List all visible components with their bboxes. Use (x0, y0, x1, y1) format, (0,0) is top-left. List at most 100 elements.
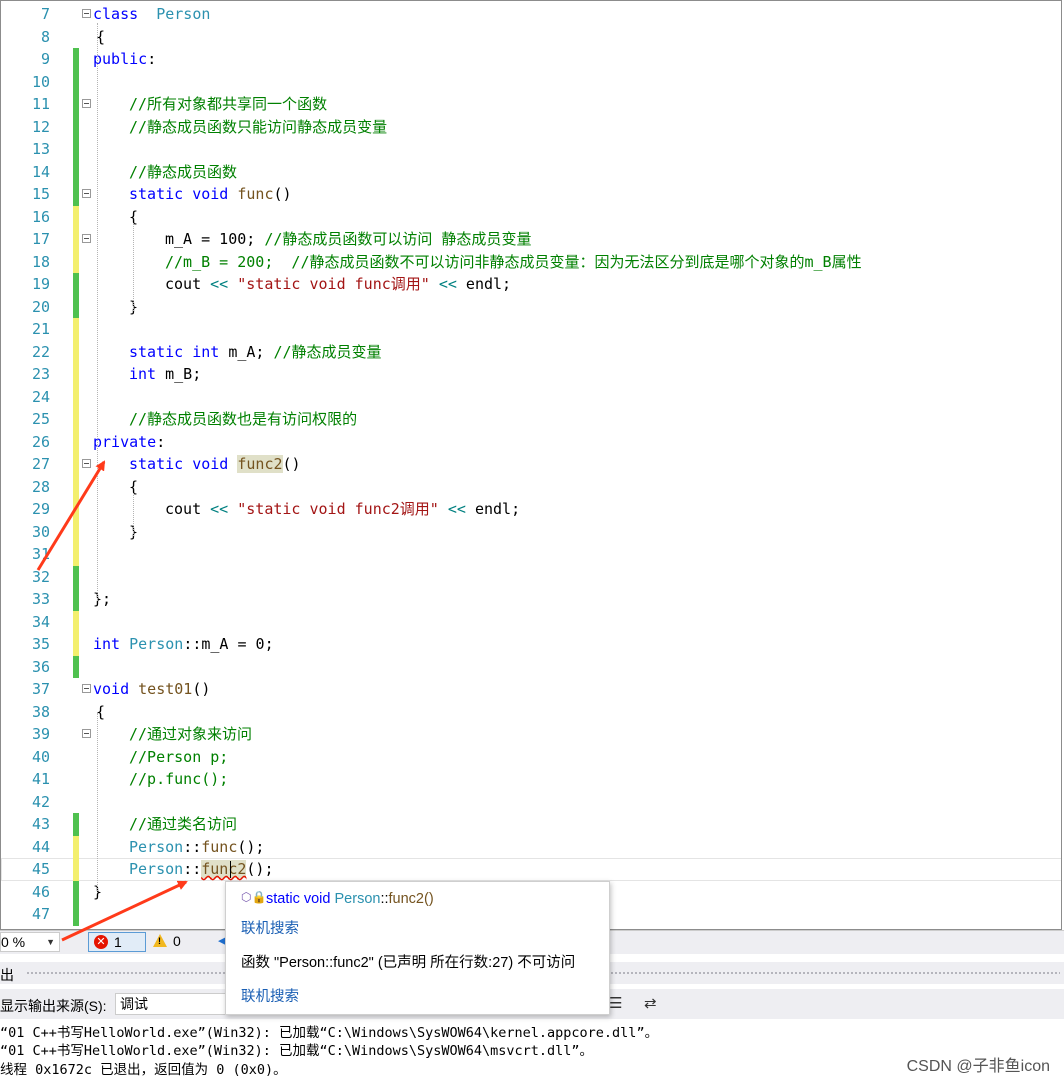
code-line[interactable]: 30} (1, 520, 1061, 543)
line-number: 46 (31, 882, 50, 901)
code-line[interactable]: 45 Person::func2(); (1, 858, 1061, 881)
code-line[interactable]: 21 (1, 318, 1061, 341)
code-line[interactable]: 38{ (1, 701, 1061, 724)
code-line[interactable]: 19 cout << "static void func调用" << endl; (1, 273, 1061, 296)
code-token: static (129, 342, 184, 361)
code-token: //通过对象来访问 (129, 725, 253, 743)
code-editor[interactable]: 7 class Person 8{9 public: 10 11//所有对象都共享同一个函… (0, 0, 1062, 930)
code-line[interactable]: 10 (1, 70, 1061, 93)
online-search-link[interactable]: 联机搜索 (241, 917, 299, 938)
code-line[interactable]: 24 (1, 385, 1061, 408)
code-token: func (201, 837, 238, 856)
code-line[interactable]: 8{ (1, 26, 1061, 49)
code-token: //所有对象都共享同一个函数 (129, 95, 328, 113)
collapse-icon[interactable] (82, 189, 91, 198)
collapse-icon[interactable] (82, 459, 91, 468)
code-token: static (129, 185, 184, 203)
code-token: void (93, 680, 130, 698)
code-line[interactable]: 16{ (1, 205, 1061, 228)
code-line[interactable]: 15 static void func() (1, 183, 1061, 206)
saved-change-marker (73, 655, 79, 678)
code-line[interactable]: 27 static void func2() (1, 453, 1061, 476)
collapse-icon[interactable] (82, 9, 91, 18)
word-wrap-icon[interactable]: ⇄ (644, 994, 657, 1012)
code-line[interactable]: 17 m_A = 100; //静态成员函数可以访问 静态成员变量 (1, 228, 1061, 251)
line-number: 40 (31, 747, 50, 766)
collapse-icon[interactable] (82, 729, 91, 738)
saved-change-marker (73, 565, 79, 588)
code-line[interactable]: 35 int Person::m_A = 0; (1, 633, 1061, 656)
saved-change-marker (73, 903, 79, 926)
code-line[interactable]: 29 cout << "static void func2调用" << endl; (1, 498, 1061, 521)
line-number: 15 (31, 185, 50, 203)
code-line[interactable]: 25 //静态成员函数也是有访问权限的 (1, 408, 1061, 431)
code-line[interactable]: 26 private: (1, 430, 1061, 453)
line-number: 12 (31, 117, 50, 136)
code-line[interactable]: 18 //m_B = 200; //静态成员函数不可以访问非静态成员变量：因为无法… (1, 250, 1061, 273)
csdn-watermark: CSDN @子非鱼icon (906, 1058, 1050, 1075)
error-count-button[interactable]: ✕ 1 (88, 932, 146, 952)
code-line[interactable]: 41 //p.func(); (1, 768, 1061, 791)
saved-change-marker (73, 70, 79, 93)
code-line[interactable]: 43 //通过类名访问 (1, 813, 1061, 836)
code-line[interactable]: 39 //通过对象来访问 (1, 723, 1061, 746)
code-line[interactable]: 40 //Person p; (1, 746, 1061, 769)
collapse-icon[interactable] (82, 99, 91, 108)
line-number: 26 (31, 432, 50, 451)
clear-all-icon[interactable]: ☰ (609, 994, 622, 1012)
code-token: << (447, 500, 466, 518)
code-line[interactable]: 22 static int m_A; //静态成员变量 (1, 340, 1061, 363)
line-number: 33 (31, 590, 50, 608)
code-token: int (192, 342, 220, 361)
code-token: func2 (201, 860, 247, 878)
saved-change-marker (73, 273, 79, 296)
collapse-icon[interactable] (82, 684, 91, 693)
code-line[interactable]: 31 (1, 543, 1061, 566)
code-text: }; (93, 588, 111, 610)
code-text: static void func() (129, 183, 292, 205)
output-text-area[interactable]: “01 C++书写HelloWorld.exe”(Win32): 已加载“C:\… (0, 1019, 1064, 1081)
code-line[interactable]: 37 void test01() (1, 678, 1061, 701)
online-search-link[interactable]: 联机搜索 (241, 985, 299, 1006)
chevron-down-icon: ▼ (46, 937, 55, 947)
collapse-icon[interactable] (82, 234, 91, 243)
code-token: public (93, 50, 148, 68)
line-number: 21 (31, 320, 50, 338)
code-line[interactable]: 11 //所有对象都共享同一个函数 (1, 93, 1061, 116)
code-token: func (237, 185, 274, 203)
code-token: int (93, 635, 121, 653)
line-number: 42 (31, 792, 50, 811)
code-token: << (438, 275, 457, 293)
saved-change-marker (73, 880, 79, 903)
output-line: “01 C++书写HelloWorld.exe”(Win32): 已加载“C:\… (0, 1025, 659, 1041)
warning-icon[interactable] (153, 934, 167, 947)
code-line[interactable]: 14 //静态成员函数 (1, 160, 1061, 183)
code-line[interactable]: 42 (1, 791, 1061, 814)
code-line[interactable]: 32 (1, 565, 1061, 588)
code-line[interactable]: 9 public: (1, 48, 1061, 71)
line-number: 37 (31, 680, 50, 698)
code-line[interactable]: 7 class Person (1, 3, 1061, 26)
unsaved-change-marker (73, 318, 79, 341)
code-line[interactable]: 28{ (1, 475, 1061, 498)
code-line[interactable]: 23 int m_B; (1, 363, 1061, 386)
code-line[interactable]: 44 Person::func(); (1, 835, 1061, 858)
code-line[interactable]: 34 (1, 610, 1061, 633)
line-number: 13 (31, 140, 50, 158)
code-line[interactable]: 12 //静态成员函数只能访问静态成员变量 (1, 115, 1061, 138)
code-text: //m_B = 200; //静态成员函数不可以访问非静态成员变量：因为无法区分… (165, 251, 862, 273)
code-line[interactable]: 36 (1, 655, 1061, 678)
code-token: //p.func(); (129, 770, 229, 788)
code-line[interactable]: 33}; (1, 588, 1061, 611)
line-number: 10 (31, 72, 50, 91)
code-text: //通过类名访问 (129, 813, 237, 835)
code-line[interactable]: 20} (1, 295, 1061, 318)
zoom-level-dropdown[interactable]: 0 % ▼ (0, 932, 60, 952)
saved-change-marker (73, 93, 79, 116)
code-line[interactable]: 13 (1, 138, 1061, 161)
code-text: m_A = 100; //静态成员函数可以访问 静态成员变量 (165, 228, 531, 250)
code-text: int m_B; (129, 363, 201, 385)
